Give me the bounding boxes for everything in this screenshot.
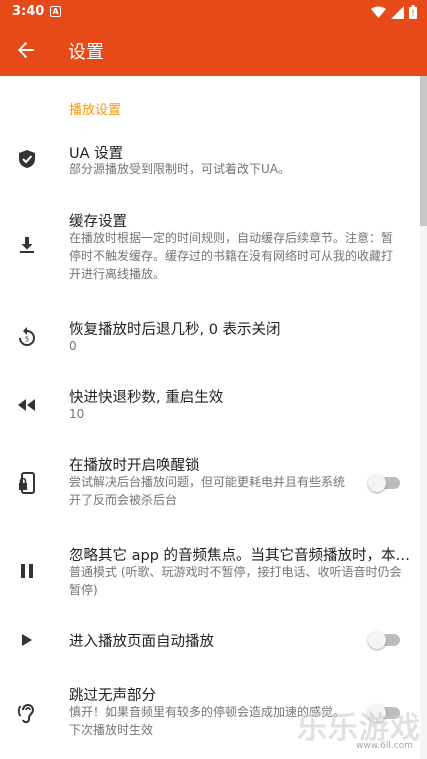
status-icons: ! xyxy=(371,5,417,19)
svg-text:!: ! xyxy=(411,9,414,18)
back-button[interactable] xyxy=(10,34,42,66)
pref-summary: 10 xyxy=(69,407,85,421)
pref-title: 进入播放页面自动播放 xyxy=(69,634,214,650)
status-bar: 3:40 A ! xyxy=(0,0,427,24)
pref-title: 跳过无声部分 xyxy=(69,688,156,704)
notification-icon: A xyxy=(50,6,61,17)
download-icon xyxy=(16,234,38,256)
pref-summary: 部分源播放受到限制时，可试着改下UA。 xyxy=(69,162,290,176)
page-title: 设置 xyxy=(68,42,104,63)
play-icon xyxy=(16,629,38,651)
pref-summary: 0 xyxy=(69,339,77,353)
pause-icon xyxy=(16,560,38,582)
pref-seek-seconds[interactable]: 快进快退秒数, 重启生效 10 xyxy=(0,382,420,428)
pref-ua-setting[interactable]: UA 设置 部分源播放受到限制时，可试着改下UA。 xyxy=(0,134,420,184)
wifi-icon xyxy=(371,6,386,18)
switch-thumb xyxy=(368,631,386,649)
hearing-icon xyxy=(16,702,38,724)
pref-summary: 尝试解决后台播放问题，但可能更耗电并且有些系统开了反而会被杀后台 xyxy=(69,475,346,507)
auto-play-switch[interactable] xyxy=(368,630,402,650)
signal-icon xyxy=(391,5,404,19)
battery-icon: ! xyxy=(409,5,417,19)
pref-cache-setting[interactable]: 缓存设置 在播放时根据一定的时间规则，自动缓存后续章节。注意：暂停时不触发缓存。… xyxy=(0,204,420,294)
wake-lock-switch[interactable] xyxy=(368,473,402,493)
arrow-back-icon xyxy=(18,42,34,58)
pref-title: 在播放时开启唤醒锁 xyxy=(69,458,200,474)
pref-title: 恢复播放时后退几秒, 0 表示关闭 xyxy=(69,322,281,338)
pref-summary: 普通模式 (听歌、玩游戏时不暂停，接打电话、收听语音时仍会暂停) xyxy=(69,565,402,597)
scrollbar-thumb[interactable] xyxy=(420,76,427,226)
pref-summary: 在播放时根据一定的时间规则，自动缓存后续章节。注意：暂停时不触发缓存。缓存过的书… xyxy=(69,231,394,281)
fast-rewind-icon xyxy=(16,394,38,416)
pref-auto-play[interactable]: 进入播放页面自动播放 xyxy=(0,624,420,660)
pref-wake-lock[interactable]: 在播放时开启唤醒锁 尝试解决后台播放问题，但可能更耗电并且有些系统开了反而会被杀… xyxy=(0,448,420,518)
pref-summary: 慎开！如果音频里有较多的停顿会造成加速的感觉。下次播放时生效 xyxy=(69,705,346,737)
phone-lock-icon xyxy=(16,472,38,494)
svg-text:5: 5 xyxy=(25,336,29,344)
pref-skip-silence[interactable]: 跳过无声部分 慎开！如果音频里有较多的停顿会造成加速的感觉。下次播放时生效 xyxy=(0,678,420,748)
switch-thumb xyxy=(368,474,386,492)
shield-check-icon xyxy=(16,148,38,170)
pref-title: 快进快退秒数, 重启生效 xyxy=(69,390,224,406)
replay-5-icon: 5 xyxy=(16,326,38,348)
section-title-playback: 播放设置 xyxy=(69,103,122,118)
skip-silence-switch[interactable] xyxy=(368,703,402,723)
pref-title: 忽略其它 app 的音频焦点。当其它音频播放时，本应用会继续播放 xyxy=(69,548,413,564)
pref-resume-rewind[interactable]: 5 恢复播放时后退几秒, 0 表示关闭 0 xyxy=(0,314,420,360)
switch-thumb xyxy=(368,704,386,722)
settings-list[interactable]: 播放设置 UA 设置 部分源播放受到限制时，可试着改下UA。 缓存设置 在播放时… xyxy=(0,76,427,759)
pref-title: 缓存设置 xyxy=(69,214,127,230)
pref-ignore-audio-focus[interactable]: 忽略其它 app 的音频焦点。当其它音频播放时，本应用会继续播放 普通模式 (听… xyxy=(0,538,420,608)
scrollbar[interactable] xyxy=(420,76,427,759)
status-time: 3:40 xyxy=(12,4,45,19)
app-bar: 设置 xyxy=(0,24,427,76)
